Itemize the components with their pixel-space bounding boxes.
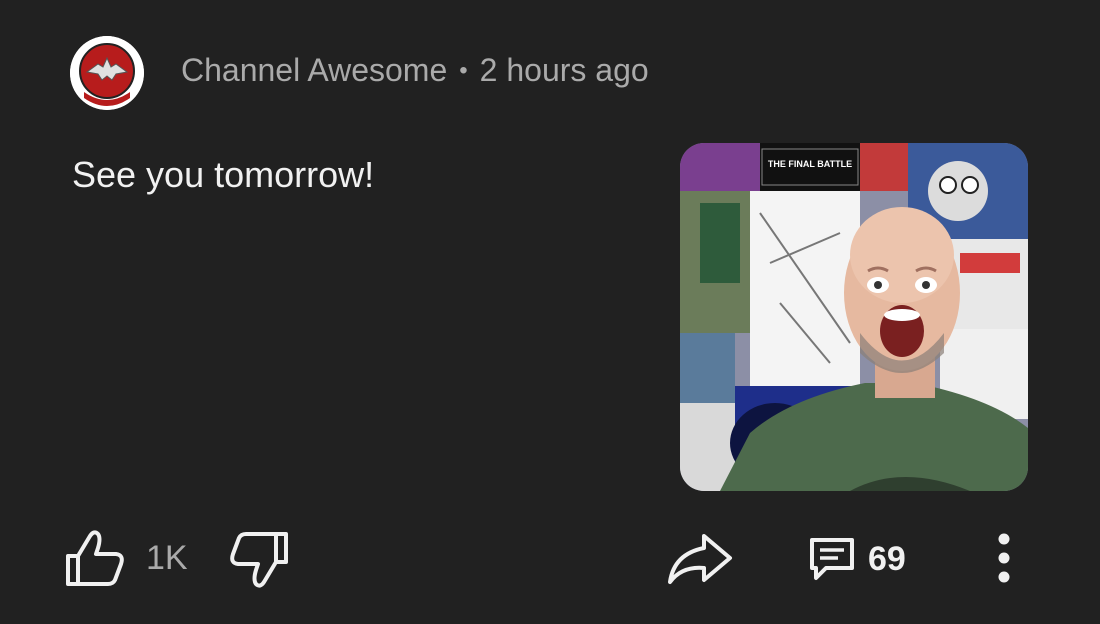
- like-group: 1K: [64, 528, 188, 588]
- share-icon[interactable]: [666, 532, 734, 586]
- channel-name[interactable]: Channel Awesome: [181, 52, 447, 89]
- dislike-group: [228, 530, 290, 590]
- comment-icon[interactable]: [808, 536, 856, 582]
- header-separator: •: [459, 56, 468, 84]
- post-image[interactable]: THE FINAL BATTLE: [680, 143, 1028, 491]
- more-group: [992, 532, 1016, 584]
- comments-group: 69: [808, 536, 906, 582]
- share-group: [666, 532, 734, 586]
- comment-count: 69: [868, 539, 906, 578]
- like-count: 1K: [146, 538, 188, 577]
- post-image-graphic: THE FINAL BATTLE: [680, 143, 1028, 491]
- channel-awesome-logo-icon: [70, 36, 144, 110]
- thumbs-down-icon[interactable]: [228, 530, 290, 590]
- post-header: Channel Awesome • 2 hours ago: [181, 52, 649, 89]
- post-body-text: See you tomorrow!: [72, 154, 375, 195]
- more-vertical-icon[interactable]: [992, 532, 1016, 584]
- image-sign-text: THE FINAL BATTLE: [768, 159, 852, 169]
- post-timestamp[interactable]: 2 hours ago: [480, 52, 649, 89]
- channel-avatar[interactable]: [70, 36, 144, 110]
- community-post: Channel Awesome • 2 hours ago See you to…: [0, 0, 1100, 624]
- thumbs-up-icon[interactable]: [64, 528, 126, 588]
